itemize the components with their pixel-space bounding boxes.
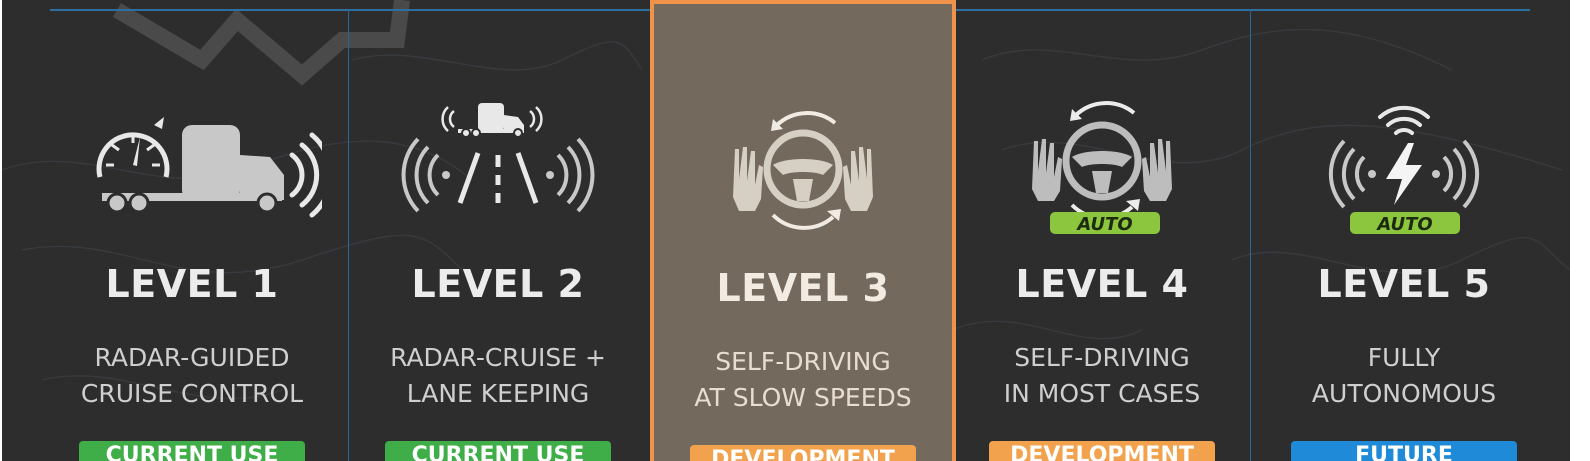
description-line: LANE KEEPING xyxy=(406,379,590,408)
description-line: SELF-DRIVING xyxy=(1014,343,1190,372)
autonomy-levels-panel: LEVEL 1 RADAR-GUIDED CRUISE CONTROL CURR… xyxy=(2,0,1570,461)
status-badge: DEVELOPMENT xyxy=(690,445,916,461)
level-4-card[interactable]: AUTO LEVEL 4 SELF-DRIVING IN MOST CASES … xyxy=(952,0,1252,461)
level-description: RADAR-CRUISE + LANE KEEPING xyxy=(348,340,648,412)
description-line: AT SLOW SPEEDS xyxy=(694,383,912,412)
level-description: SELF-DRIVING IN MOST CASES xyxy=(952,340,1252,412)
status-badge: DEVELOPMENT xyxy=(989,441,1215,461)
description-line: CRUISE CONTROL xyxy=(80,379,304,408)
hands-steering-wheel-auto-icon: AUTO xyxy=(1032,101,1172,235)
level-description: RADAR-GUIDED CRUISE CONTROL xyxy=(42,340,342,412)
description-line: IN MOST CASES xyxy=(1003,379,1201,408)
status-badge: CURRENT USE xyxy=(385,441,611,461)
level-description: SELF-DRIVING AT SLOW SPEEDS xyxy=(654,344,952,416)
status-badge: FUTURE xyxy=(1291,441,1517,461)
description-line: RADAR-CRUISE + xyxy=(390,343,606,372)
level-title: LEVEL 5 xyxy=(1317,262,1491,306)
status-badge: CURRENT USE xyxy=(79,441,305,461)
level-title: LEVEL 3 xyxy=(716,266,890,310)
auto-label: AUTO xyxy=(1075,214,1132,235)
hands-steering-wheel-icon xyxy=(733,111,873,230)
description-line: SELF-DRIVING xyxy=(715,347,891,376)
level-2-card[interactable]: LEVEL 2 RADAR-CRUISE + LANE KEEPING CURR… xyxy=(348,0,648,461)
auto-label: AUTO xyxy=(1375,214,1432,235)
description-line: AUTONOMOUS xyxy=(1311,379,1497,408)
level-5-card[interactable]: AUTO LEVEL 5 FULLY AUTONOMOUS FUTURE xyxy=(1254,0,1554,461)
speedometer-truck-radar-icon xyxy=(96,117,322,218)
level-1-card[interactable]: LEVEL 1 RADAR-GUIDED CRUISE CONTROL CURR… xyxy=(42,0,342,461)
level-title: LEVEL 1 xyxy=(105,262,279,306)
level-description: FULLY AUTONOMOUS xyxy=(1254,340,1554,412)
description-line: FULLY xyxy=(1367,343,1441,372)
level-3-card[interactable]: LEVEL 3 SELF-DRIVING AT SLOW SPEEDS DEVE… xyxy=(650,0,956,461)
truck-lane-radar-icon xyxy=(401,103,595,213)
level-title: LEVEL 4 xyxy=(1015,262,1189,306)
description-line: RADAR-GUIDED xyxy=(94,343,290,372)
level-title: LEVEL 2 xyxy=(411,262,585,306)
wifi-lightning-auto-icon: AUTO xyxy=(1328,105,1480,235)
